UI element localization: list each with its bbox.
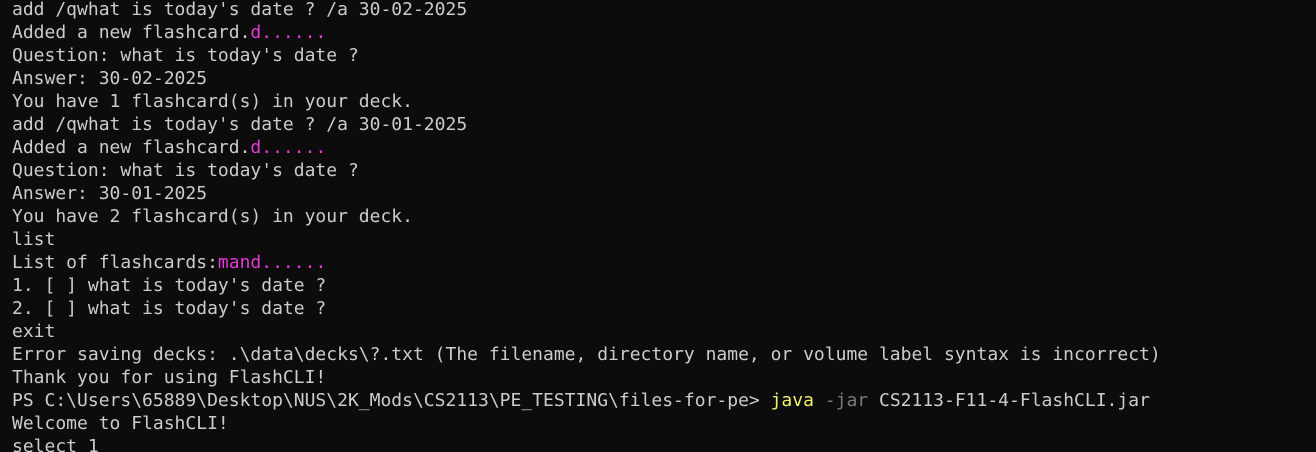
- terminal-output: add /qwhat is today's date ? /a 30-02-20…: [12, 0, 1161, 452]
- terminal-text-segment: -jar: [813, 390, 869, 411]
- terminal-line: Answer: 30-01-2025: [12, 182, 1161, 205]
- terminal-text-segment: list: [12, 229, 56, 250]
- terminal-text-segment: 1. [ ] what is today's date ?: [12, 275, 327, 296]
- terminal-text-segment: Question: what is today's date ?: [12, 45, 359, 66]
- terminal-text-segment: Welcome to FlashCLI!: [12, 413, 229, 434]
- terminal-line: You have 2 flashcard(s) in your deck.: [12, 205, 1161, 228]
- terminal-line: List of flashcards:mand......: [12, 251, 1161, 274]
- terminal-text-segment: Question: what is today's date ?: [12, 160, 359, 181]
- terminal-text-segment: Thank you for using FlashCLI!: [12, 367, 327, 388]
- terminal-line: select 1: [12, 435, 1161, 452]
- terminal-text-segment: Added a new flashcard.: [12, 137, 251, 158]
- terminal-text-segment: CS2113-F11-4-FlashCLI.jar: [868, 390, 1150, 411]
- terminal-text-segment: add /qwhat is today's date ? /a 30-01-20…: [12, 114, 468, 135]
- terminal-text-segment: d......: [250, 137, 327, 158]
- terminal-line: Question: what is today's date ?: [12, 159, 1161, 182]
- terminal-text-segment: 2. [ ] what is today's date ?: [12, 298, 327, 319]
- terminal-line: Welcome to FlashCLI!: [12, 412, 1161, 435]
- terminal-line: Error saving decks: .\data\decks\?.txt (…: [12, 343, 1161, 366]
- terminal-line: exit: [12, 320, 1161, 343]
- terminal-line: Added a new flashcard.d......: [12, 136, 1161, 159]
- terminal-line: PS C:\Users\65889\Desktop\NUS\2K_Mods\CS…: [12, 389, 1161, 412]
- terminal-text-segment: select 1: [12, 436, 99, 452]
- terminal-text-segment: PS C:\Users\65889\Desktop\NUS\2K_Mods\CS…: [12, 390, 771, 411]
- terminal-text-segment: mand......: [217, 252, 327, 273]
- terminal-line: list: [12, 228, 1161, 251]
- terminal-text-segment: Added a new flashcard.: [12, 22, 251, 43]
- terminal-line: You have 1 flashcard(s) in your deck.: [12, 90, 1161, 113]
- terminal-text-segment: java: [770, 390, 814, 411]
- terminal-text-segment: exit: [12, 321, 56, 342]
- terminal-line: Added a new flashcard.d......: [12, 21, 1161, 44]
- terminal-line: add /qwhat is today's date ? /a 30-01-20…: [12, 113, 1161, 136]
- terminal-text-segment: Error saving decks: .\data\decks\?.txt (…: [12, 344, 1161, 365]
- terminal-text-segment: You have 2 flashcard(s) in your deck.: [12, 206, 413, 227]
- terminal-text-segment: d......: [250, 22, 327, 43]
- terminal-line: Thank you for using FlashCLI!: [12, 366, 1161, 389]
- terminal-line: 2. [ ] what is today's date ?: [12, 297, 1161, 320]
- terminal-line: add /qwhat is today's date ? /a 30-02-20…: [12, 0, 1161, 21]
- terminal-text-segment: You have 1 flashcard(s) in your deck.: [12, 91, 413, 112]
- terminal-text-segment: add /qwhat is today's date ? /a 30-02-20…: [12, 0, 468, 20]
- terminal-window[interactable]: add /qwhat is today's date ? /a 30-02-20…: [0, 0, 1316, 452]
- terminal-line: Answer: 30-02-2025: [12, 67, 1161, 90]
- terminal-text-segment: List of flashcards:: [12, 252, 218, 273]
- terminal-line: 1. [ ] what is today's date ?: [12, 274, 1161, 297]
- terminal-text-segment: Answer: 30-01-2025: [12, 183, 208, 204]
- terminal-line: Question: what is today's date ?: [12, 44, 1161, 67]
- terminal-text-segment: Answer: 30-02-2025: [12, 68, 208, 89]
